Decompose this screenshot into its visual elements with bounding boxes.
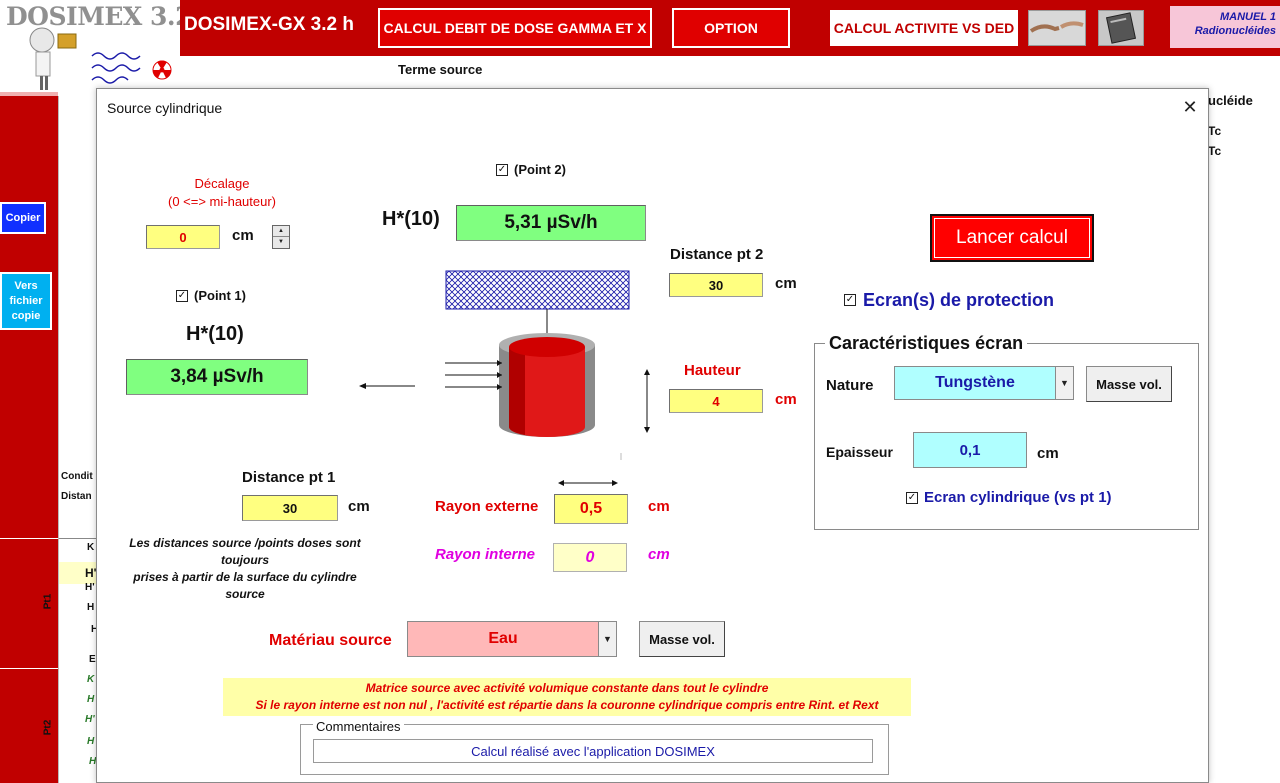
calcul-activite-button[interactable]: CALCUL ACTIVITE VS DED (828, 8, 1020, 48)
left-panel-divider (0, 538, 58, 539)
point2-label: (Point 2) (514, 162, 566, 177)
pt1-label: Pt1 (42, 593, 54, 610)
grid-cell: H (87, 736, 95, 747)
grid-line (59, 538, 97, 539)
epaisseur-label: Epaisseur (826, 444, 893, 460)
matrice-note-line1: Matrice source avec activité volumique c… (365, 681, 769, 695)
cylinder-source-diagram-icon (359, 270, 650, 460)
commentaires-legend: Commentaires (313, 719, 404, 734)
chevron-down-icon[interactable]: ▼ (598, 622, 616, 656)
grid-cell: H' (85, 566, 97, 580)
ecran-cylindrique-label: Ecran cylindrique (vs pt 1) (924, 489, 1112, 506)
ecran-protection-label: Ecran(s) de protection (863, 290, 1055, 310)
grid-cell: K (87, 542, 95, 553)
decalage-label: Décalage (194, 176, 250, 191)
manuel-line1: MANUEL 1 (1219, 11, 1276, 23)
rayon-interne-unit: cm (648, 546, 670, 563)
logo-area: DOSIMEX 3.2 (0, 0, 193, 92)
decalage-hint: (0 <=> mi-hauteur) (167, 194, 277, 209)
close-icon[interactable]: ✕ (1179, 95, 1201, 119)
distances-note: Les distances source /points doses sont … (113, 535, 377, 603)
matrice-note-line2: Si le rayon interne est non nul , l'acti… (255, 698, 879, 712)
grid-cell: Distan (61, 491, 92, 502)
spin-down-icon[interactable]: ▼ (273, 237, 289, 248)
nature-label: Nature (826, 377, 874, 394)
commentaires-input[interactable]: Calcul réalisé avec l'application DOSIME… (313, 739, 873, 763)
hauteur-input[interactable]: 4 (669, 389, 763, 413)
book-image-icon[interactable] (1098, 10, 1144, 46)
materiau-source-select[interactable]: Eau ▼ (407, 621, 617, 657)
rayon-externe-label: Rayon externe (435, 498, 539, 515)
decalage-unit: cm (232, 227, 254, 244)
distance-pt1-unit: cm (348, 498, 370, 515)
point2-result: 5,31 µSv/h (456, 205, 646, 241)
rayon-externe-input[interactable]: 0,5 (554, 494, 628, 524)
point1-label: (Point 1) (194, 288, 246, 303)
source-cylindrique-dialog: Source cylindrique ✕ Décalage (0 <=> mi-… (96, 88, 1209, 783)
masse-vol-materiau-button[interactable]: Masse vol. (639, 621, 725, 657)
decalage-input[interactable]: 0 (146, 225, 220, 249)
distance-pt1-label: Distance pt 1 (242, 469, 336, 486)
hauteur-unit: cm (775, 391, 797, 408)
rayon-interne-label: Rayon interne (435, 546, 536, 563)
grid-cell: Condit (61, 471, 93, 482)
left-grid-panel: Condit Distan K H' H' H H E K H H' H H (58, 96, 98, 783)
point2-checkbox[interactable]: ✓ (496, 164, 508, 176)
grid-cell: H' (85, 582, 95, 593)
app-title: DOSIMEX-GX 3.2 h (184, 14, 354, 35)
nature-select[interactable]: Tungstène ▼ (894, 366, 1074, 400)
terme-source-label: Terme source (398, 62, 483, 77)
left-panel-divider (0, 668, 58, 669)
lancer-calcul-button[interactable]: Lancer calcul (930, 214, 1094, 262)
radionucleide-header: ucléide (1208, 93, 1253, 108)
materiau-source-label: Matériau source (269, 632, 392, 649)
radius-arrow-icon (558, 480, 618, 486)
point2-quantity-label: H*(10) (382, 208, 440, 230)
caracteristiques-ecran-legend: Caractéristiques écran (825, 333, 1028, 354)
chevron-down-icon[interactable]: ▼ (1055, 367, 1073, 399)
copier-button[interactable]: Copier (0, 202, 46, 234)
hauteur-label: Hauteur (684, 362, 741, 379)
distances-note-line2: prises à partir de la surface du cylindr… (133, 570, 357, 601)
point1-result: 3,84 µSv/h (126, 359, 308, 395)
pt2-label: Pt2 (42, 719, 54, 736)
nature-value: Tungstène (935, 374, 1015, 391)
matrice-note: Matrice source avec activité volumique c… (223, 678, 911, 716)
point1-quantity-label: H*(10) (186, 323, 244, 345)
grid-cell: H' (85, 714, 95, 725)
rayon-externe-unit: cm (648, 498, 670, 515)
masse-vol-ecran-button[interactable]: Masse vol. (1086, 366, 1172, 402)
ecran-cylindrique-checkbox[interactable]: ✓ (906, 492, 918, 504)
grid-cell: H (87, 694, 95, 705)
rayon-interne-input[interactable]: 0 (553, 543, 627, 572)
distance-pt1-input[interactable]: 30 (242, 495, 338, 521)
grid-cell: E (89, 654, 96, 665)
right-sheet-area: ucléide Tc Tc (1208, 56, 1280, 783)
spin-up-icon[interactable]: ▲ (273, 226, 289, 237)
left-red-panel (0, 96, 58, 783)
nuclide-cell: Tc (1208, 144, 1222, 158)
calcul-debit-dose-button[interactable]: CALCUL DEBIT DE DOSE GAMMA ET X (378, 8, 652, 48)
vers-fichier-copie-button[interactable]: Vers fichier copie (0, 272, 52, 330)
distances-note-line1: Les distances source /points doses sont … (129, 536, 361, 567)
distance-pt2-label: Distance pt 2 (670, 246, 764, 263)
nuclide-cell: Tc (1208, 124, 1222, 138)
decalage-spinner[interactable]: ▲ ▼ (272, 225, 290, 249)
manuel-radionucleides-button[interactable]: MANUEL 1 Radionucléides (1170, 6, 1280, 48)
manuel-line2: Radionucléides (1194, 25, 1276, 37)
epaisseur-unit: cm (1037, 445, 1059, 462)
distance-pt2-unit: cm (775, 275, 797, 292)
mascot-logo-icon (29, 27, 172, 90)
ecran-protection-checkbox[interactable]: ✓ (844, 294, 856, 306)
option-button[interactable]: OPTION (672, 8, 790, 48)
grid-cell: H (87, 602, 95, 613)
dialog-title: Source cylindrique (107, 100, 223, 116)
grid-cell: K (87, 674, 95, 685)
point1-checkbox[interactable]: ✓ (176, 290, 188, 302)
distance-pt2-input[interactable]: 30 (669, 273, 763, 297)
epaisseur-input[interactable]: 0,1 (913, 432, 1027, 468)
hands-image-icon[interactable] (1028, 10, 1086, 46)
materiau-source-value: Eau (488, 630, 518, 647)
